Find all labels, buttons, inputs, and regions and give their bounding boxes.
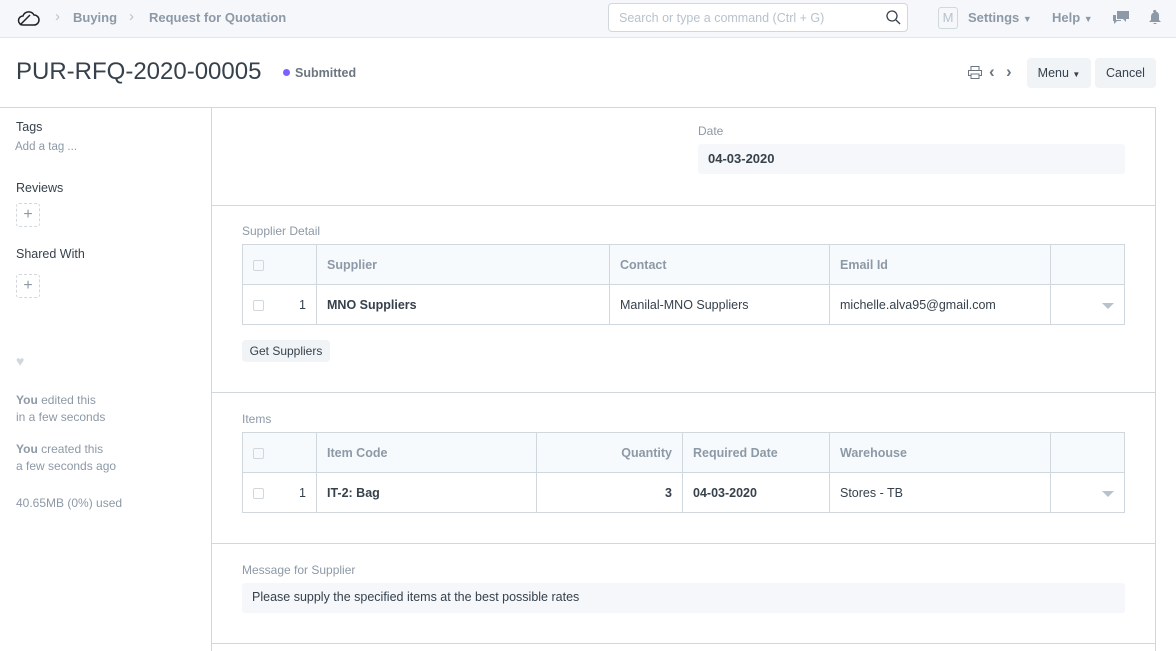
table-header: Item Code Quantity Required Date Warehou… [243,433,1125,473]
activity-item: You edited this in a few seconds [16,392,105,426]
chat-icon[interactable] [1113,11,1129,25]
row-checkbox[interactable] [253,300,264,311]
row-dropdown-icon[interactable] [1102,491,1114,497]
item-code-cell[interactable]: IT-2: Bag [317,473,537,513]
supplier-table: Supplier Contact Email Id 1 MNO Supplier… [242,244,1125,325]
section-divider [212,392,1156,393]
required-date-cell[interactable]: 04-03-2020 [683,473,830,513]
items-table: Item Code Quantity Required Date Warehou… [242,432,1125,513]
section-divider [212,643,1156,644]
caret-down-icon: ▼ [1084,14,1093,24]
warehouse-cell[interactable]: Stores - TB [830,473,1051,513]
status-dot-icon [283,69,290,76]
breadcrumb-rfq[interactable]: Request for Quotation [149,10,286,25]
form-sidebar: Tags Add a tag ... Reviews + Shared With… [0,107,212,651]
search-input[interactable]: Search or type a command (Ctrl + G) [608,3,908,32]
heart-icon[interactable]: ♥ [16,353,24,369]
add-tag-link[interactable]: Add a tag ... [15,141,77,153]
add-review-button[interactable]: + [16,203,40,227]
column-header: Supplier [317,245,610,285]
breadcrumb-buying[interactable]: Buying [73,10,117,25]
section-divider [212,205,1156,206]
items-label: Items [242,412,271,426]
get-suppliers-button[interactable]: Get Suppliers [242,340,330,362]
column-header: Required Date [683,433,830,473]
activity-action: created this [38,442,103,456]
chevron-right-icon: › [129,8,134,25]
storage-usage: 40.65MB (0%) used [16,496,122,510]
shared-with-heading: Shared With [16,247,85,261]
section-divider [212,543,1156,544]
supplier-cell[interactable]: MNO Suppliers [317,285,610,325]
row-index: 1 [299,298,306,312]
activity-time: in a few seconds [16,410,105,424]
tags-heading: Tags [16,120,42,134]
caret-down-icon: ▼ [1023,14,1032,24]
bell-icon[interactable] [1149,10,1161,24]
menu-button[interactable]: Menu ▼ [1027,58,1091,88]
status-text: Submitted [295,66,356,80]
settings-label: Settings [968,10,1019,25]
cloud-logo-icon[interactable] [17,9,41,27]
search-icon [886,10,901,25]
quantity-cell[interactable]: 3 [537,473,683,513]
settings-dropdown[interactable]: Settings ▼ [968,10,1032,25]
column-header: Quantity [537,433,683,473]
message-field[interactable]: Please supply the specified items at the… [242,583,1125,613]
row-checkbox[interactable] [253,488,264,499]
contact-cell[interactable]: Manilal-MNO Suppliers [610,285,830,325]
table-header: Supplier Contact Email Id [243,245,1125,285]
print-icon[interactable] [968,66,982,79]
navbar: › Buying › Request for Quotation Search … [0,0,1176,38]
cancel-button[interactable]: Cancel [1095,58,1156,88]
activity-time: a few seconds ago [16,459,116,473]
message-label: Message for Supplier [242,563,355,577]
date-field[interactable]: 04-03-2020 [698,144,1125,174]
reviews-heading: Reviews [16,181,63,195]
row-dropdown-icon[interactable] [1102,303,1114,309]
add-share-button[interactable]: + [16,274,40,298]
activity-user: You [16,442,38,456]
supplier-detail-label: Supplier Detail [242,224,320,238]
column-header: Warehouse [830,433,1051,473]
table-row[interactable]: 1 IT-2: Bag 3 04-03-2020 Stores - TB [243,473,1125,513]
table-row[interactable]: 1 MNO Suppliers Manilal-MNO Suppliers mi… [243,285,1125,325]
help-label: Help [1052,10,1080,25]
caret-down-icon: ▼ [1072,70,1080,79]
page-title: PUR-RFQ-2020-00005 [16,58,261,86]
row-index: 1 [299,486,306,500]
activity-action: edited this [38,393,96,407]
column-header: Contact [610,245,830,285]
select-all-checkbox[interactable] [253,448,264,459]
menu-label: Menu [1038,66,1069,80]
help-dropdown[interactable]: Help ▼ [1052,10,1093,25]
previous-icon[interactable]: ‹ [989,62,995,82]
column-header: Item Code [317,433,537,473]
status-badge: Submitted [283,66,356,80]
chevron-right-icon: › [55,8,60,25]
date-label: Date [698,124,723,138]
activity-item: You created this a few seconds ago [16,441,116,475]
avatar[interactable]: M [938,7,958,29]
column-header: Email Id [830,245,1051,285]
email-cell[interactable]: michelle.alva95@gmail.com [830,285,1051,325]
search-placeholder: Search or type a command (Ctrl + G) [619,11,824,25]
activity-user: You [16,393,38,407]
next-icon[interactable]: › [1006,62,1012,82]
select-all-checkbox[interactable] [253,260,264,271]
